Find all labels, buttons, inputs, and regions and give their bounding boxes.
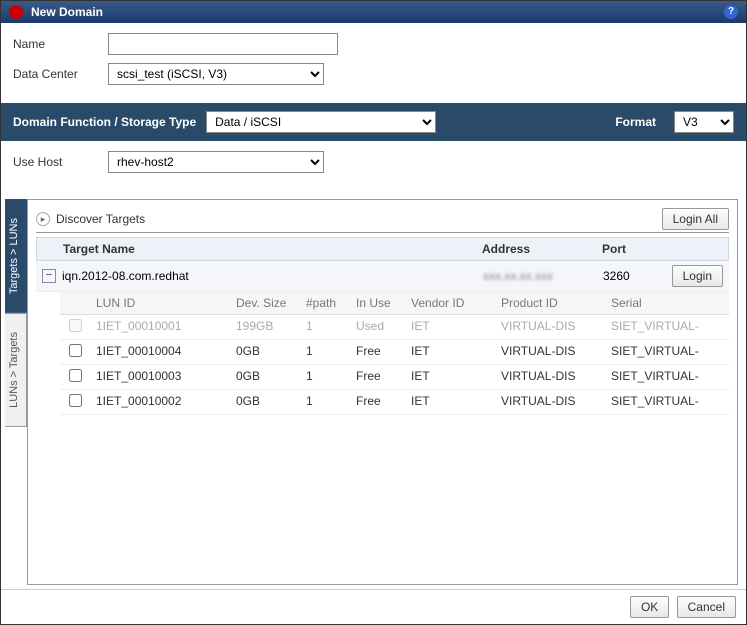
target-name: iqn.2012-08.com.redhat [62, 269, 483, 283]
lun-vendor: IET [405, 315, 495, 339]
lun-serial: SIET_VIRTUAL- [605, 315, 729, 339]
col-target-name: Target Name [63, 242, 482, 256]
login-all-button[interactable]: Login All [662, 208, 729, 230]
lun-size: 0GB [230, 365, 300, 389]
col-path: #path [300, 292, 350, 314]
lun-id: 1IET_00010001 [90, 315, 230, 339]
lun-checkbox[interactable] [69, 319, 82, 332]
target-port: 3260 [603, 269, 663, 283]
lun-row[interactable]: 1IET_000100040GB1FreeIETVIRTUAL-DISSIET_… [60, 340, 729, 365]
app-logo-icon [9, 5, 23, 19]
titlebar: New Domain ? [1, 1, 746, 23]
lun-row[interactable]: 1IET_000100030GB1FreeIETVIRTUAL-DISSIET_… [60, 365, 729, 390]
lun-product: VIRTUAL-DIS [495, 390, 605, 414]
usehost-label: Use Host [13, 155, 108, 169]
format-label: Format [615, 115, 656, 129]
help-icon[interactable]: ? [724, 5, 738, 19]
col-address: Address [482, 242, 602, 256]
lun-path: 1 [300, 365, 350, 389]
lun-size: 0GB [230, 390, 300, 414]
lun-row[interactable]: 1IET_000100020GB1FreeIETVIRTUAL-DISSIET_… [60, 390, 729, 415]
cancel-button[interactable]: Cancel [677, 596, 736, 618]
lun-serial: SIET_VIRTUAL- [605, 390, 729, 414]
lun-inuse: Free [350, 390, 405, 414]
name-label: Name [13, 37, 108, 51]
dialog-title: New Domain [31, 5, 724, 19]
format-select[interactable]: V3 [674, 111, 734, 133]
lun-serial: SIET_VIRTUAL- [605, 340, 729, 364]
side-tabs: Targets > LUNs LUNs > Targets [5, 199, 27, 585]
lun-row[interactable]: 1IET_00010001199GB1UsedIETVIRTUAL-DISSIE… [60, 315, 729, 340]
targets-panel: ▸ Discover Targets Login All Target Name… [27, 199, 738, 585]
target-row[interactable]: − iqn.2012-08.com.redhat xxx.xx.xx.xxx 3… [36, 261, 729, 292]
lun-checkbox[interactable] [69, 344, 82, 357]
usehost-select[interactable]: rhev-host2 [108, 151, 324, 173]
lun-inuse: Free [350, 365, 405, 389]
domain-function-label: Domain Function / Storage Type [13, 115, 196, 129]
col-port: Port [602, 242, 662, 256]
lun-vendor: IET [405, 340, 495, 364]
lun-inuse: Free [350, 340, 405, 364]
lun-serial: SIET_VIRTUAL- [605, 365, 729, 389]
col-product: Product ID [495, 292, 605, 314]
lun-checkbox[interactable] [69, 369, 82, 382]
lun-path: 1 [300, 390, 350, 414]
lun-header: LUN ID Dev. Size #path In Use Vendor ID … [60, 292, 729, 315]
form-host: Use Host rhev-host2 [1, 141, 746, 191]
discover-row: ▸ Discover Targets Login All [36, 208, 729, 233]
dialog-footer: OK Cancel [1, 589, 746, 624]
tab-targets-luns[interactable]: Targets > LUNs [5, 199, 27, 313]
lun-checkbox[interactable] [69, 394, 82, 407]
collapse-target-icon[interactable]: − [42, 269, 56, 283]
login-button[interactable]: Login [672, 265, 723, 287]
expand-discover-icon[interactable]: ▸ [36, 212, 50, 226]
tab-luns-targets[interactable]: LUNs > Targets [5, 313, 27, 427]
form-top: Name Data Center scsi_test (iSCSI, V3) [1, 23, 746, 103]
lun-id: 1IET_00010004 [90, 340, 230, 364]
lun-product: VIRTUAL-DIS [495, 315, 605, 339]
target-address: xxx.xx.xx.xxx [483, 269, 603, 283]
lun-size: 0GB [230, 340, 300, 364]
discover-label: Discover Targets [56, 212, 662, 226]
lun-product: VIRTUAL-DIS [495, 340, 605, 364]
type-bar: Domain Function / Storage Type Data / iS… [1, 103, 746, 141]
col-lun-id: LUN ID [90, 292, 230, 314]
target-header: Target Name Address Port [36, 237, 729, 261]
datacenter-label: Data Center [13, 67, 108, 81]
col-vendor: Vendor ID [405, 292, 495, 314]
col-serial: Serial [605, 292, 729, 314]
ok-button[interactable]: OK [630, 596, 669, 618]
lun-inuse: Used [350, 315, 405, 339]
lun-path: 1 [300, 315, 350, 339]
lun-vendor: IET [405, 390, 495, 414]
name-input[interactable] [108, 33, 338, 55]
lun-table: LUN ID Dev. Size #path In Use Vendor ID … [60, 292, 729, 415]
lun-id: 1IET_00010002 [90, 390, 230, 414]
lun-vendor: IET [405, 365, 495, 389]
col-inuse: In Use [350, 292, 405, 314]
lun-product: VIRTUAL-DIS [495, 365, 605, 389]
datacenter-select[interactable]: scsi_test (iSCSI, V3) [108, 63, 324, 85]
domain-function-select[interactable]: Data / iSCSI [206, 111, 436, 133]
lun-id: 1IET_00010003 [90, 365, 230, 389]
col-dev-size: Dev. Size [230, 292, 300, 314]
lun-path: 1 [300, 340, 350, 364]
lun-size: 199GB [230, 315, 300, 339]
main-area: Targets > LUNs LUNs > Targets ▸ Discover… [1, 191, 746, 589]
